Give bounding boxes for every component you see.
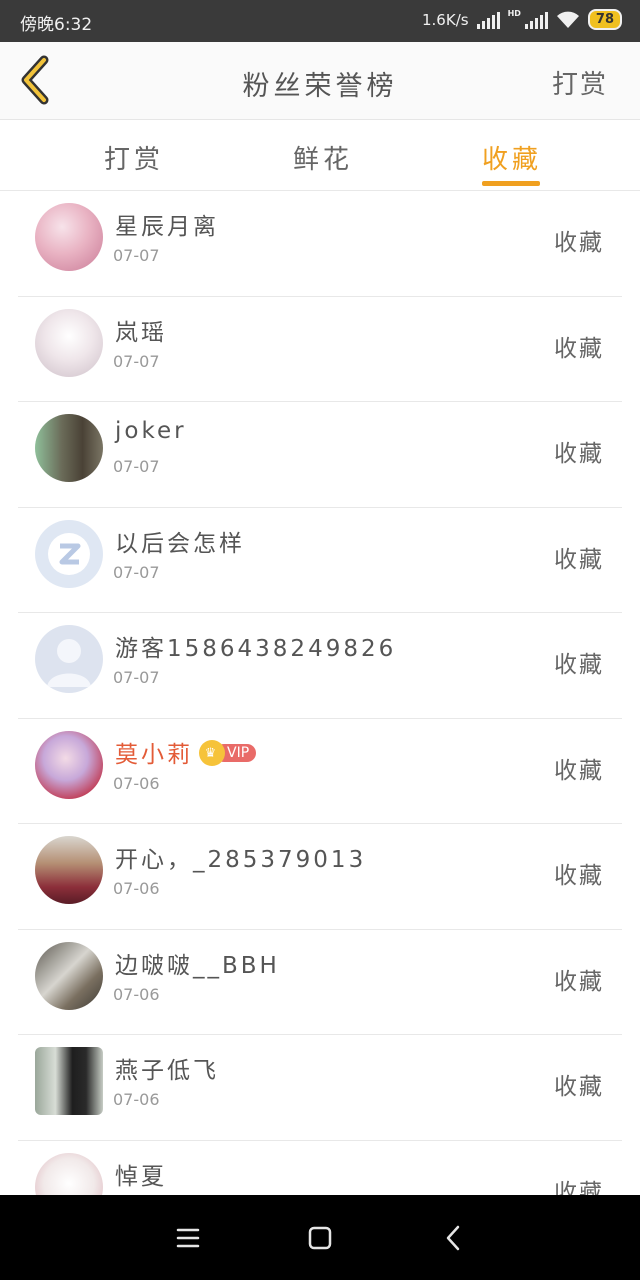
- list-item[interactable]: 游客1586438249826 07-07 收藏: [18, 613, 622, 719]
- signal-icon: [476, 11, 500, 29]
- fan-date: 07-07: [113, 668, 160, 687]
- fan-name: 悼夏: [115, 1163, 167, 1190]
- tab-tip[interactable]: 打赏: [104, 139, 164, 176]
- fan-name: joker: [115, 418, 187, 444]
- fan-name: 星辰月离: [115, 214, 219, 240]
- list-item[interactable]: joker 07-07 收藏: [18, 402, 622, 508]
- list-item[interactable]: 悼夏 收藏: [18, 1141, 622, 1196]
- fan-action: 收藏: [554, 757, 604, 784]
- avatar: [35, 1152, 103, 1195]
- wifi-icon: [556, 11, 579, 28]
- tip-button[interactable]: 打赏: [552, 64, 608, 101]
- avatar: [35, 414, 103, 482]
- fan-name-text: 莫小莉: [115, 741, 193, 768]
- fan-name: 燕子低飞: [115, 1058, 219, 1084]
- list-item[interactable]: 岚瑶 07-07 收藏: [18, 297, 622, 402]
- fan-date: 07-06: [113, 773, 160, 793]
- fan-date: 07-07: [113, 457, 160, 476]
- fan-name: 莫小莉 ♛ VIP: [115, 735, 257, 769]
- fan-date: 07-06: [113, 984, 160, 1004]
- tab-bar: 打赏 鲜花 收藏: [0, 121, 640, 191]
- avatar: [35, 836, 103, 904]
- fan-name: 边啵啵__BBH: [115, 952, 280, 979]
- list-item[interactable]: 以后会怎样 07-07 收藏: [18, 508, 622, 613]
- tab-favorites[interactable]: 收藏: [482, 139, 542, 176]
- fan-list: 星辰月离 07-07 收藏 岚瑶 07-07 收藏 joker 07-07 收藏…: [0, 191, 640, 1195]
- fan-action: 收藏: [554, 968, 604, 995]
- fan-action: 收藏: [554, 441, 604, 467]
- network-speed: 1.6K/s: [422, 10, 469, 29]
- system-nav-bar: [0, 1195, 640, 1280]
- fan-action: 收藏: [554, 335, 604, 362]
- avatar: [35, 203, 103, 271]
- fan-action: 收藏: [554, 230, 604, 256]
- fan-date: 07-06: [113, 879, 160, 898]
- fan-name: 游客1586438249826: [115, 636, 397, 662]
- fan-action: 收藏: [554, 546, 604, 573]
- fan-name: 岚瑶: [115, 319, 167, 346]
- menu-icon[interactable]: [170, 1220, 206, 1256]
- list-item[interactable]: 燕子低飞 07-06 收藏: [18, 1035, 622, 1141]
- vip-badge: ♛ VIP: [199, 740, 257, 766]
- page-title: 粉丝荣誉榜: [242, 71, 398, 102]
- fan-date: 07-07: [113, 562, 160, 582]
- signal-icon-2: [524, 11, 548, 29]
- fan-date: 07-07: [113, 351, 160, 371]
- app-header: 粉丝荣誉榜 打赏: [0, 42, 640, 120]
- default-avatar-icon: [48, 532, 90, 575]
- tab-flowers[interactable]: 鲜花: [293, 139, 353, 176]
- status-bar: 傍晚6:32 1.6K/s HD 78: [0, 0, 640, 42]
- list-item[interactable]: 莫小莉 ♛ VIP 07-06 收藏: [18, 719, 622, 824]
- active-tab-indicator: [482, 181, 540, 186]
- status-time: 傍晚6:32: [20, 15, 93, 35]
- fan-date: 07-07: [113, 246, 160, 265]
- fan-action: 收藏: [554, 652, 604, 678]
- avatar: [35, 730, 103, 799]
- fan-action: 收藏: [554, 863, 604, 889]
- list-item[interactable]: 边啵啵__BBH 07-06 收藏: [18, 930, 622, 1035]
- battery-icon: 78: [587, 9, 622, 30]
- user-silhouette-icon: [47, 639, 91, 687]
- fan-action: 收藏: [554, 1179, 604, 1196]
- crown-icon: ♛: [199, 740, 225, 766]
- fan-name: 以后会怎样: [115, 530, 245, 557]
- list-item[interactable]: 开心，_285379013 07-06 收藏: [18, 824, 622, 930]
- fan-name: 开心，_285379013: [115, 847, 367, 873]
- hd-label: HD: [507, 9, 521, 18]
- fan-action: 收藏: [554, 1074, 604, 1100]
- avatar: [35, 1047, 103, 1115]
- status-indicators: 1.6K/s HD 78: [422, 9, 622, 30]
- avatar: [35, 941, 103, 1010]
- avatar: [35, 308, 103, 377]
- fan-date: 07-06: [113, 1090, 160, 1109]
- list-item[interactable]: 星辰月离 07-07 收藏: [18, 191, 622, 297]
- home-icon[interactable]: [302, 1220, 338, 1256]
- avatar: [35, 519, 103, 588]
- back-nav-icon[interactable]: [436, 1220, 472, 1256]
- avatar: [35, 625, 103, 693]
